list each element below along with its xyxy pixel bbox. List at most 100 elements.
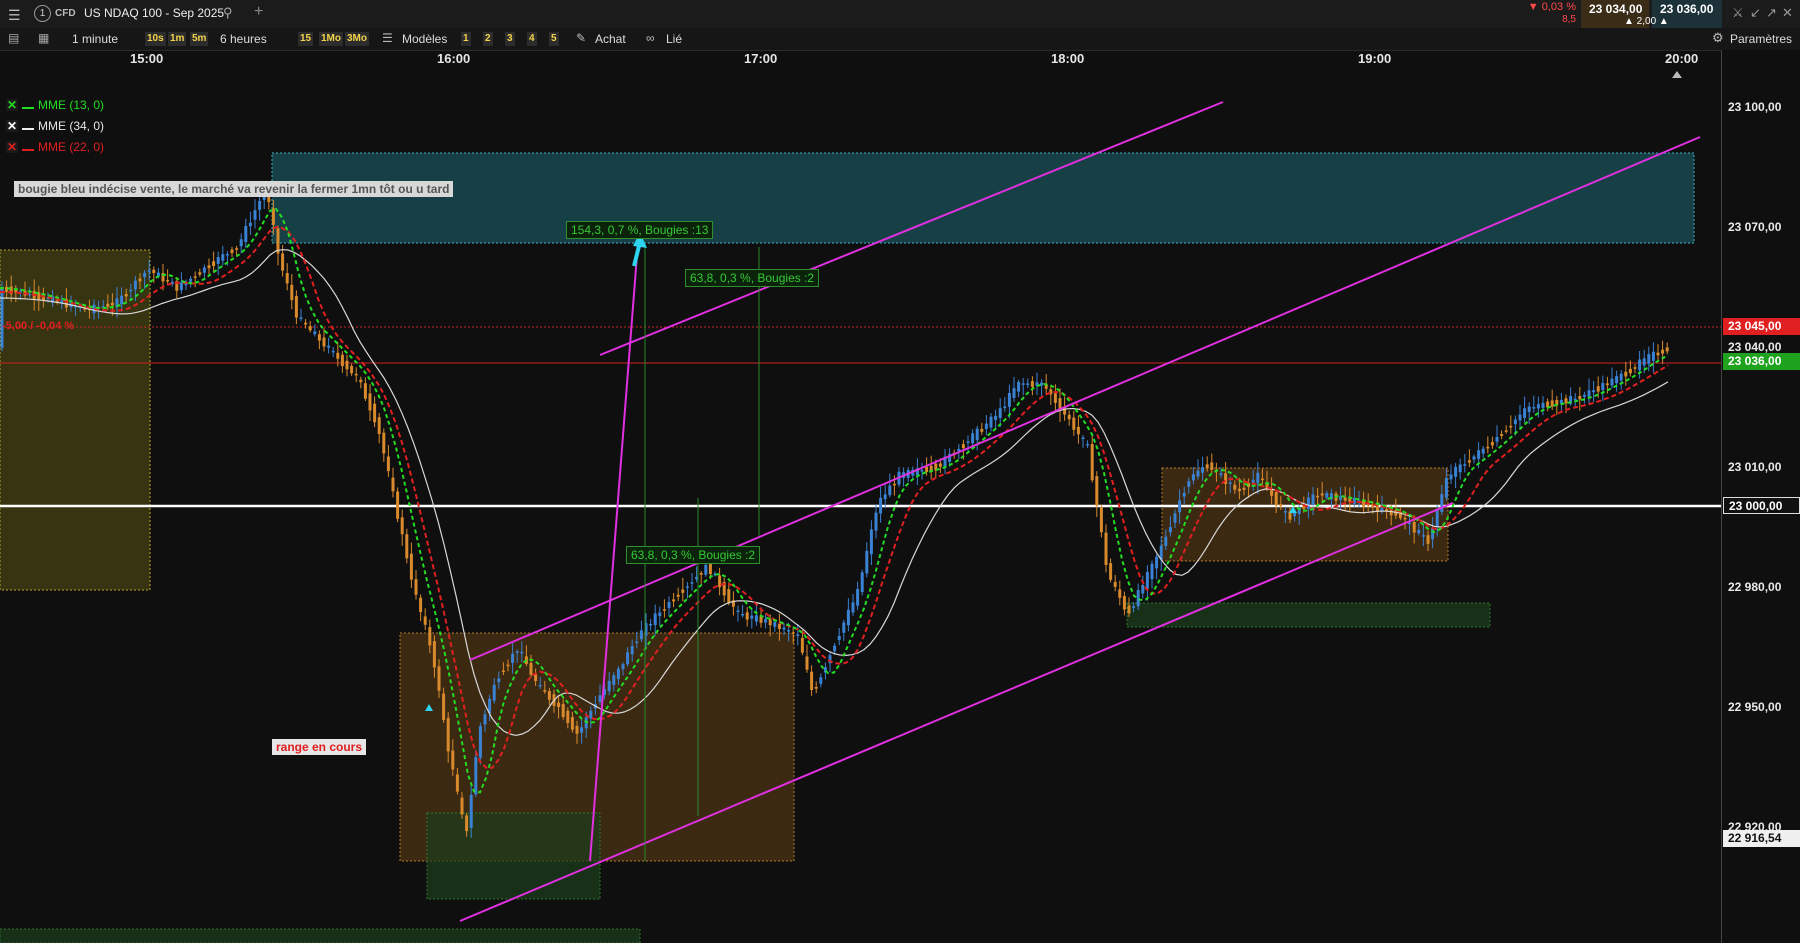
candle-body xyxy=(336,352,340,359)
candle-body xyxy=(961,444,965,449)
search-icon[interactable]: ⚲ xyxy=(223,5,233,21)
candle-body xyxy=(929,465,933,471)
change-percent: ▼ 0,03 % xyxy=(1527,1,1576,13)
candle-body xyxy=(1090,443,1094,481)
candle-body xyxy=(225,253,229,256)
toggle-icon[interactable]: ✕ xyxy=(6,120,18,132)
candle-body xyxy=(966,441,970,444)
price-chart[interactable] xyxy=(0,66,1721,943)
candle-body xyxy=(814,686,818,689)
candle-body xyxy=(1408,522,1412,525)
linked-button[interactable]: Lié xyxy=(666,32,682,46)
link-icon[interactable]: ∞ xyxy=(646,31,655,45)
legend-ma22[interactable]: ✕ MME (22, 0) xyxy=(6,140,104,154)
candle-body xyxy=(400,517,404,535)
candle-body xyxy=(1412,521,1416,533)
candle-body xyxy=(543,689,547,692)
range-select[interactable]: 6 heures xyxy=(220,32,267,46)
buy-icon[interactable]: ✎ xyxy=(576,31,586,45)
buy-button[interactable]: Achat xyxy=(595,32,626,46)
candle-body xyxy=(626,652,630,665)
range-1mo[interactable]: 1Mo xyxy=(319,32,343,46)
candle-body xyxy=(1426,535,1430,544)
candle-body xyxy=(796,634,800,636)
candle-body xyxy=(363,383,367,399)
candle-body xyxy=(1513,419,1517,425)
candle-body xyxy=(511,653,515,663)
list-icon[interactable]: ▤ xyxy=(8,31,19,45)
interval-5m[interactable]: 5m xyxy=(190,32,209,46)
candle-body xyxy=(1582,394,1586,397)
y-tick: 22 950,00 xyxy=(1728,700,1782,714)
templates-button[interactable]: Modèles xyxy=(402,32,447,46)
layout-icon[interactable]: ▦ xyxy=(38,31,49,45)
candle-body xyxy=(557,702,561,707)
legend-label: MME (22, 0) xyxy=(38,140,105,154)
candle-body xyxy=(1619,373,1623,381)
candle-body xyxy=(1467,460,1471,463)
template-slot-2[interactable]: 2 xyxy=(483,32,493,46)
candle-body xyxy=(207,265,211,269)
candle-body xyxy=(984,423,988,429)
settings-button[interactable]: Paramètres xyxy=(1730,32,1792,46)
candle-body xyxy=(989,416,993,428)
legend-label: MME (34, 0) xyxy=(38,119,105,133)
candle-body xyxy=(782,627,786,630)
candle-body xyxy=(212,261,216,266)
candle-body xyxy=(741,613,745,616)
toggle-icon[interactable]: ✕ xyxy=(6,141,18,153)
candle-body xyxy=(1067,414,1071,420)
candle-body xyxy=(1651,351,1655,361)
last-price-tag: 23 036,00 xyxy=(1723,353,1800,370)
candle-body xyxy=(754,615,758,622)
template-slot-5[interactable]: 5 xyxy=(549,32,559,46)
expand-icon[interactable]: ↗ xyxy=(1766,5,1777,21)
comment-note[interactable]: bougie bleu indécise vente, le marché va… xyxy=(14,181,454,197)
template-slot-3[interactable]: 3 xyxy=(505,32,515,46)
gear-icon[interactable]: ⚙ xyxy=(1712,30,1724,46)
candle-body xyxy=(842,622,846,633)
interval-1m[interactable]: 1m xyxy=(168,32,187,46)
interval-10s[interactable]: 10s xyxy=(145,32,166,46)
add-tab-button[interactable]: + xyxy=(254,3,263,21)
measure-box[interactable]: 154,3, 0,7 %, Bougies :13 xyxy=(566,221,714,239)
menu-icon[interactable]: ☰ xyxy=(8,7,21,24)
candle-body xyxy=(359,379,363,383)
bid-price: 23 034,00 xyxy=(1589,2,1643,16)
templates-icon[interactable]: ☰ xyxy=(382,31,393,45)
measure-box[interactable]: 63,8, 0,3 %, Bougies :2 xyxy=(626,546,761,564)
account-badge[interactable]: 1 xyxy=(34,5,51,22)
legend-ma13[interactable]: ✕ MME (13, 0) xyxy=(6,98,104,112)
range-3mo[interactable]: 3Mo xyxy=(345,32,369,46)
close-icon[interactable]: ✕ xyxy=(1782,5,1793,21)
candle-body xyxy=(1219,473,1223,476)
candle-body xyxy=(248,222,252,227)
candle-body xyxy=(874,512,878,531)
candle-body xyxy=(570,717,574,730)
candle-body xyxy=(1030,381,1034,387)
candle-body xyxy=(1421,535,1425,537)
legend-label: MME (13, 0) xyxy=(38,98,105,112)
symbol-title[interactable]: US NDAQ 100 - Sep 2025 xyxy=(84,6,224,20)
template-slot-1[interactable]: 1 xyxy=(461,32,471,46)
range-15[interactable]: 15 xyxy=(298,32,314,46)
candle-body xyxy=(313,331,317,335)
candle-body xyxy=(938,463,942,467)
measure-box[interactable]: 63,8, 0,3 %, Bougies :2 xyxy=(685,269,820,287)
template-slot-4[interactable]: 4 xyxy=(527,32,537,46)
candle-body xyxy=(1495,436,1499,442)
candle-body xyxy=(1196,470,1200,477)
candle-body xyxy=(1168,527,1172,533)
candle-body xyxy=(133,280,137,290)
toggle-icon[interactable]: ✕ xyxy=(6,99,18,111)
alert-icon[interactable]: ⚔ xyxy=(1732,5,1744,21)
range-note[interactable]: range en cours xyxy=(272,739,367,755)
candle-body xyxy=(764,619,768,623)
scroll-marker-icon[interactable] xyxy=(1672,71,1682,78)
interval-select[interactable]: 1 minute xyxy=(72,32,118,46)
legend-ma34[interactable]: ✕ MME (34, 0) xyxy=(6,119,104,133)
candle-body xyxy=(1191,474,1195,481)
candle-body xyxy=(244,225,248,242)
candle-body xyxy=(1205,464,1209,469)
collapse-icon[interactable]: ↙ xyxy=(1750,5,1761,21)
